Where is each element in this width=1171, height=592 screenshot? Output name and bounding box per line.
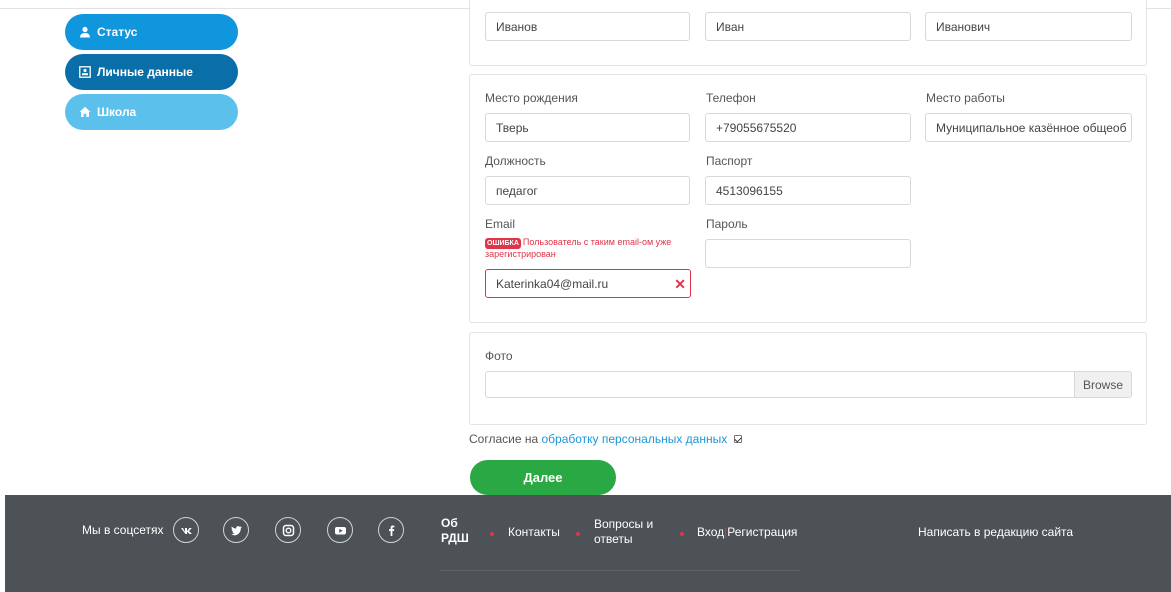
instagram-icon[interactable]	[275, 517, 301, 543]
footer-link-about[interactable]: Об РДШ	[441, 516, 469, 546]
footer-link-faq[interactable]: Вопросы и ответы	[594, 517, 653, 547]
twitter-icon[interactable]	[223, 517, 249, 543]
consent-link[interactable]: обработку персональных данных	[541, 432, 727, 446]
birthplace-value: Тверь	[496, 120, 529, 135]
footer-separator	[680, 532, 684, 536]
sidebar-item-personal-data[interactable]: Личные данные	[65, 54, 238, 90]
workplace-field[interactable]: Муниципальное казённое общеоб	[925, 113, 1132, 142]
footer-link-login[interactable]: Вход	[697, 525, 724, 539]
phone-label: Телефон	[706, 91, 756, 105]
last-name-field[interactable]: Иванов	[485, 12, 690, 41]
browse-button[interactable]: Browse	[1074, 371, 1132, 398]
last-name-value: Иванов	[496, 19, 538, 34]
workplace-label: Место работы	[926, 91, 1005, 105]
footer-auth-links: Вход|Регистрация	[697, 525, 797, 539]
password-label: Пароль	[706, 217, 748, 231]
next-button[interactable]: Далее	[470, 460, 616, 495]
position-label: Должность	[485, 154, 546, 168]
passport-value: 4513096155	[716, 183, 783, 198]
sidebar-item-label: Школа	[97, 105, 137, 119]
consent-text: Согласие на	[469, 432, 539, 446]
id-card-icon	[79, 66, 91, 78]
error-x-icon: ✕	[674, 276, 686, 292]
home-icon	[79, 106, 91, 118]
passport-field[interactable]: 4513096155	[705, 176, 911, 205]
sidebar-item-status[interactable]: Статус	[65, 14, 238, 50]
vk-icon[interactable]	[173, 517, 199, 543]
birthplace-label: Место рождения	[485, 91, 578, 105]
middle-name-value: Иванович	[936, 19, 991, 34]
email-field[interactable]: Katerinka04@mail.ru ✕	[485, 269, 691, 298]
phone-field[interactable]: +79055675520	[705, 113, 911, 142]
footer-link-register[interactable]: Регистрация	[727, 525, 797, 539]
position-field[interactable]: педагог	[485, 176, 690, 205]
about-line1: Об	[441, 516, 458, 530]
footer-separator	[576, 532, 580, 536]
youtube-icon[interactable]	[327, 517, 353, 543]
email-label: Email	[485, 217, 516, 231]
passport-label: Паспорт	[706, 154, 753, 168]
password-field[interactable]	[705, 239, 911, 268]
first-name-field[interactable]: Иван	[705, 12, 911, 41]
faq-line1: Вопросы и	[594, 517, 654, 531]
email-value: Katerinka04@mail.ru	[496, 276, 609, 291]
footer-separator	[490, 532, 494, 536]
photo-label: Фото	[485, 349, 513, 363]
photo-file-field[interactable]	[485, 371, 1075, 398]
sidebar-item-label: Статус	[97, 25, 138, 39]
birthplace-field[interactable]: Тверь	[485, 113, 690, 142]
middle-name-field[interactable]: Иванович	[925, 12, 1132, 41]
position-value: педагог	[496, 183, 538, 198]
about-line2: РДШ	[441, 531, 469, 545]
user-icon	[79, 26, 91, 38]
footer-write-editors-link[interactable]: Написать в редакцию сайта	[918, 525, 1073, 539]
error-badge: ОШИБКА	[485, 238, 521, 249]
footer-divider	[440, 570, 800, 571]
consent-checkbox[interactable]	[733, 435, 742, 443]
consent-row: Согласие на обработку персональных данны…	[469, 432, 742, 446]
sidebar-item-label: Личные данные	[97, 65, 193, 79]
faq-line2: ответы	[594, 532, 633, 546]
phone-value: +79055675520	[716, 120, 797, 135]
first-name-value: Иван	[716, 19, 745, 34]
workplace-value: Муниципальное казённое общеоб	[936, 120, 1127, 135]
social-label: Мы в соцсетях	[82, 523, 164, 537]
sidebar-item-school[interactable]: Школа	[65, 94, 238, 130]
footer	[5, 495, 1171, 592]
footer-link-contacts[interactable]: Контакты	[508, 525, 560, 539]
facebook-icon[interactable]	[378, 517, 404, 543]
email-error-message: ОШИБКА Пользователь с таким email-ом уже …	[485, 237, 700, 260]
